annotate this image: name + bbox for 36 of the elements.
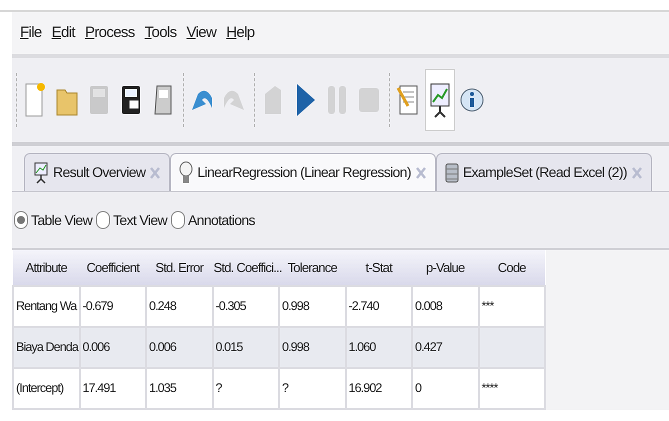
- radio-option[interactable]: Table View: [14, 210, 92, 230]
- toolbar-button[interactable]: [425, 69, 455, 131]
- menu-item[interactable]: Tools: [144, 22, 176, 44]
- tab[interactable]: LinearRegression (Linear Regression): [170, 153, 436, 191]
- menu-item[interactable]: Process: [84, 22, 135, 44]
- column-header[interactable]: t-Stat: [346, 250, 412, 286]
- menu-item[interactable]: View: [186, 22, 216, 44]
- table-cell: ****: [478, 368, 545, 409]
- table-cell: (Intercept): [13, 368, 80, 409]
- menu-item[interactable]: Edit: [52, 22, 75, 44]
- radio-option[interactable]: Text View: [96, 210, 167, 230]
- database-icon: [444, 160, 459, 184]
- menu-item[interactable]: Help: [226, 22, 255, 44]
- table-cell: 0: [412, 368, 478, 409]
- radio-option[interactable]: Annotations: [170, 210, 255, 230]
- column-header[interactable]: Std. Error: [146, 250, 212, 286]
- tab[interactable]: Result Overview: [24, 153, 170, 191]
- radio-button[interactable]: [14, 211, 28, 229]
- table-cell: ?: [279, 368, 346, 409]
- table-cell: ?: [212, 368, 279, 409]
- table-cell: 1.035: [146, 368, 212, 409]
- table-cell: Rentang Wa: [13, 286, 80, 327]
- chart-board-icon: [33, 162, 49, 184]
- radio-button[interactable]: [170, 211, 185, 229]
- table-cell: 17.491: [80, 368, 146, 409]
- column-header[interactable]: p-Value: [412, 250, 478, 286]
- menu-item[interactable]: File: [20, 22, 42, 44]
- light-bulb-icon: [179, 160, 194, 184]
- tab[interactable]: ExampleSet (Read Excel (2)): [436, 153, 652, 191]
- table-cell: 16.902: [346, 368, 412, 409]
- close-icon[interactable]: [414, 166, 427, 180]
- column-header[interactable]: Std. Coeffici...: [212, 250, 279, 286]
- radio-button[interactable]: [96, 211, 110, 229]
- column-header[interactable]: Attribute: [13, 250, 80, 286]
- column-header[interactable]: Coefficient: [80, 250, 146, 286]
- column-header[interactable]: Code: [478, 250, 545, 286]
